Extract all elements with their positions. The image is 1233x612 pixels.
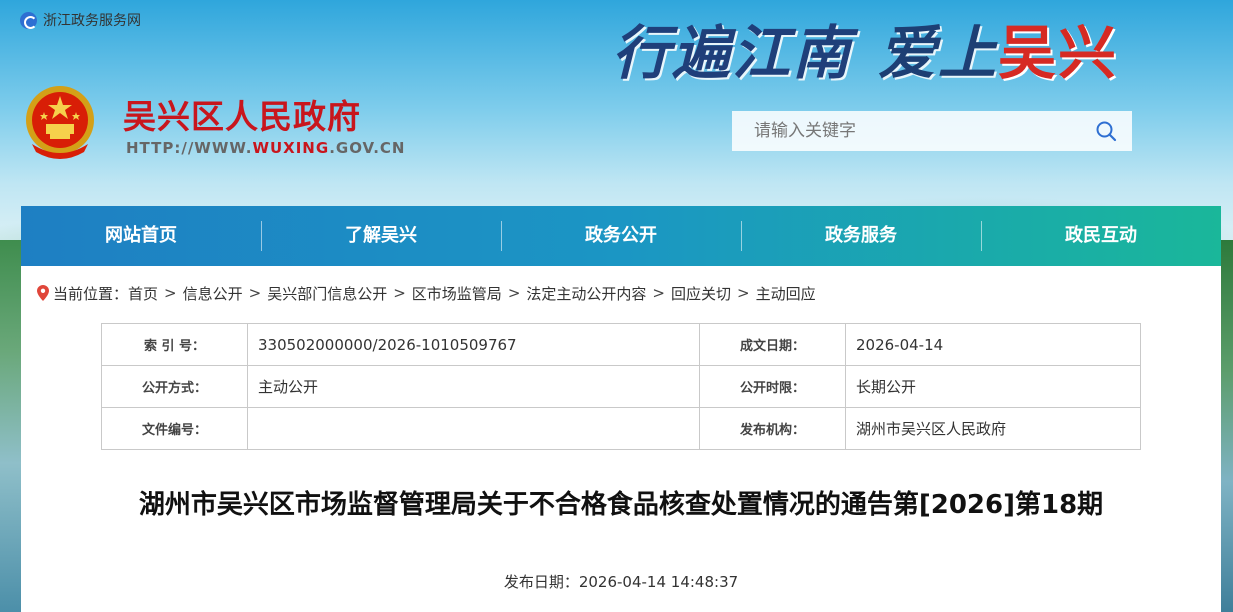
meta-value-index: 330502000000/2026-1010509767 [247,323,700,366]
meta-label-open-mode: 公开方式： [101,365,248,408]
breadcrumb-item-statutory-content[interactable]: 法定主动公开内容 [526,283,646,304]
table-row: 文件编号： 发布机构： 湖州市吴兴区人民政府 [101,407,1141,450]
zjzwfw-label: 浙江政务服务网 [43,13,141,29]
breadcrumb-separator: > [652,284,665,302]
meta-value-open-period: 长期公开 [845,365,1141,408]
meta-label-doc-number: 文件编号： [101,407,248,450]
meta-value-open-mode: 主动公开 [247,365,700,408]
slogan-banner: 行遍江南 爱上 吴兴 [612,0,1118,95]
table-row: 索 引 号： 330502000000/2026-1010509767 成文日期… [101,323,1141,366]
breadcrumb-item-dept-info[interactable]: 吴兴部门信息公开 [267,283,387,304]
meta-label-date: 成文日期： [699,323,846,366]
site-url-suffix: .GOV.CN [329,139,406,157]
breadcrumb-separator: > [737,284,750,302]
breadcrumb-separator: > [393,284,406,302]
meta-label-open-period: 公开时限： [699,365,846,408]
table-row: 公开方式： 主动公开 公开时限： 长期公开 [101,365,1141,408]
site-url: HTTP://WWW.WUXING.GOV.CN [126,139,405,157]
nav-item-gov-affairs-open[interactable]: 政务公开 [501,206,741,266]
zhejiang-gov-service-icon [20,11,37,29]
meta-value-doc-number [247,407,700,450]
zjzwfw-link[interactable]: 浙江政务服务网 [20,10,141,30]
nav-item-about[interactable]: 了解吴兴 [261,206,501,266]
nav-item-home[interactable]: 网站首页 [21,206,261,266]
main-content: 当前位置： 首页 > 信息公开 > 吴兴部门信息公开 > 区市场监管局 > 法定… [21,266,1221,612]
slogan-part2: 爱上 [878,18,999,87]
background-left-scenery [0,240,22,612]
search-input[interactable] [732,111,1080,151]
nav-item-interaction[interactable]: 政民互动 [981,206,1221,266]
site-url-prefix: HTTP://WWW. [126,139,253,157]
breadcrumb-item-response[interactable]: 回应关切 [671,283,731,304]
main-nav: 网站首页 了解吴兴 政务公开 政务服务 政民互动 [21,206,1221,266]
breadcrumb-item-active-response[interactable]: 主动回应 [756,283,816,304]
slogan-part3: 吴兴 [998,18,1119,87]
background-right-scenery [1220,240,1233,612]
national-emblem-icon [26,86,94,159]
breadcrumb-separator: > [507,284,521,302]
site-title: 吴兴区人民政府 [123,97,361,136]
search-button[interactable] [1080,111,1132,151]
breadcrumb: 当前位置： 首页 > 信息公开 > 吴兴部门信息公开 > 区市场监管局 > 法定… [37,283,816,303]
meta-label-publisher: 发布机构： [699,407,846,450]
site-url-highlight: WUXING [252,139,330,157]
article-title: 湖州市吴兴区市场监督管理局关于不合格食品核查处置情况的通告第[2026]第18期 [138,490,1104,520]
breadcrumb-separator: > [164,284,177,302]
breadcrumb-item-home[interactable]: 首页 [128,283,158,304]
publish-date-value: 2026-04-14 14:48:37 [578,573,739,591]
publish-date: 发布日期：2026-04-14 14:48:37 [21,571,1221,592]
breadcrumb-item-info-open[interactable]: 信息公开 [183,283,243,304]
nav-item-gov-services[interactable]: 政务服务 [741,206,981,266]
breadcrumb-label: 当前位置： [53,284,129,303]
meta-value-date: 2026-04-14 [845,323,1141,366]
publish-date-label: 发布日期： [503,573,579,591]
slogan-part1: 行遍江南 [612,18,853,87]
meta-label-index: 索 引 号： [101,323,248,366]
meta-value-publisher: 湖州市吴兴区人民政府 [845,407,1141,450]
search-bar [732,111,1132,151]
search-icon [1096,121,1117,142]
breadcrumb-separator: > [248,284,262,302]
location-pin-icon [37,285,49,301]
breadcrumb-item-market-supervision[interactable]: 区市场监管局 [412,283,502,304]
document-meta-table: 索 引 号： 330502000000/2026-1010509767 成文日期… [101,323,1141,450]
